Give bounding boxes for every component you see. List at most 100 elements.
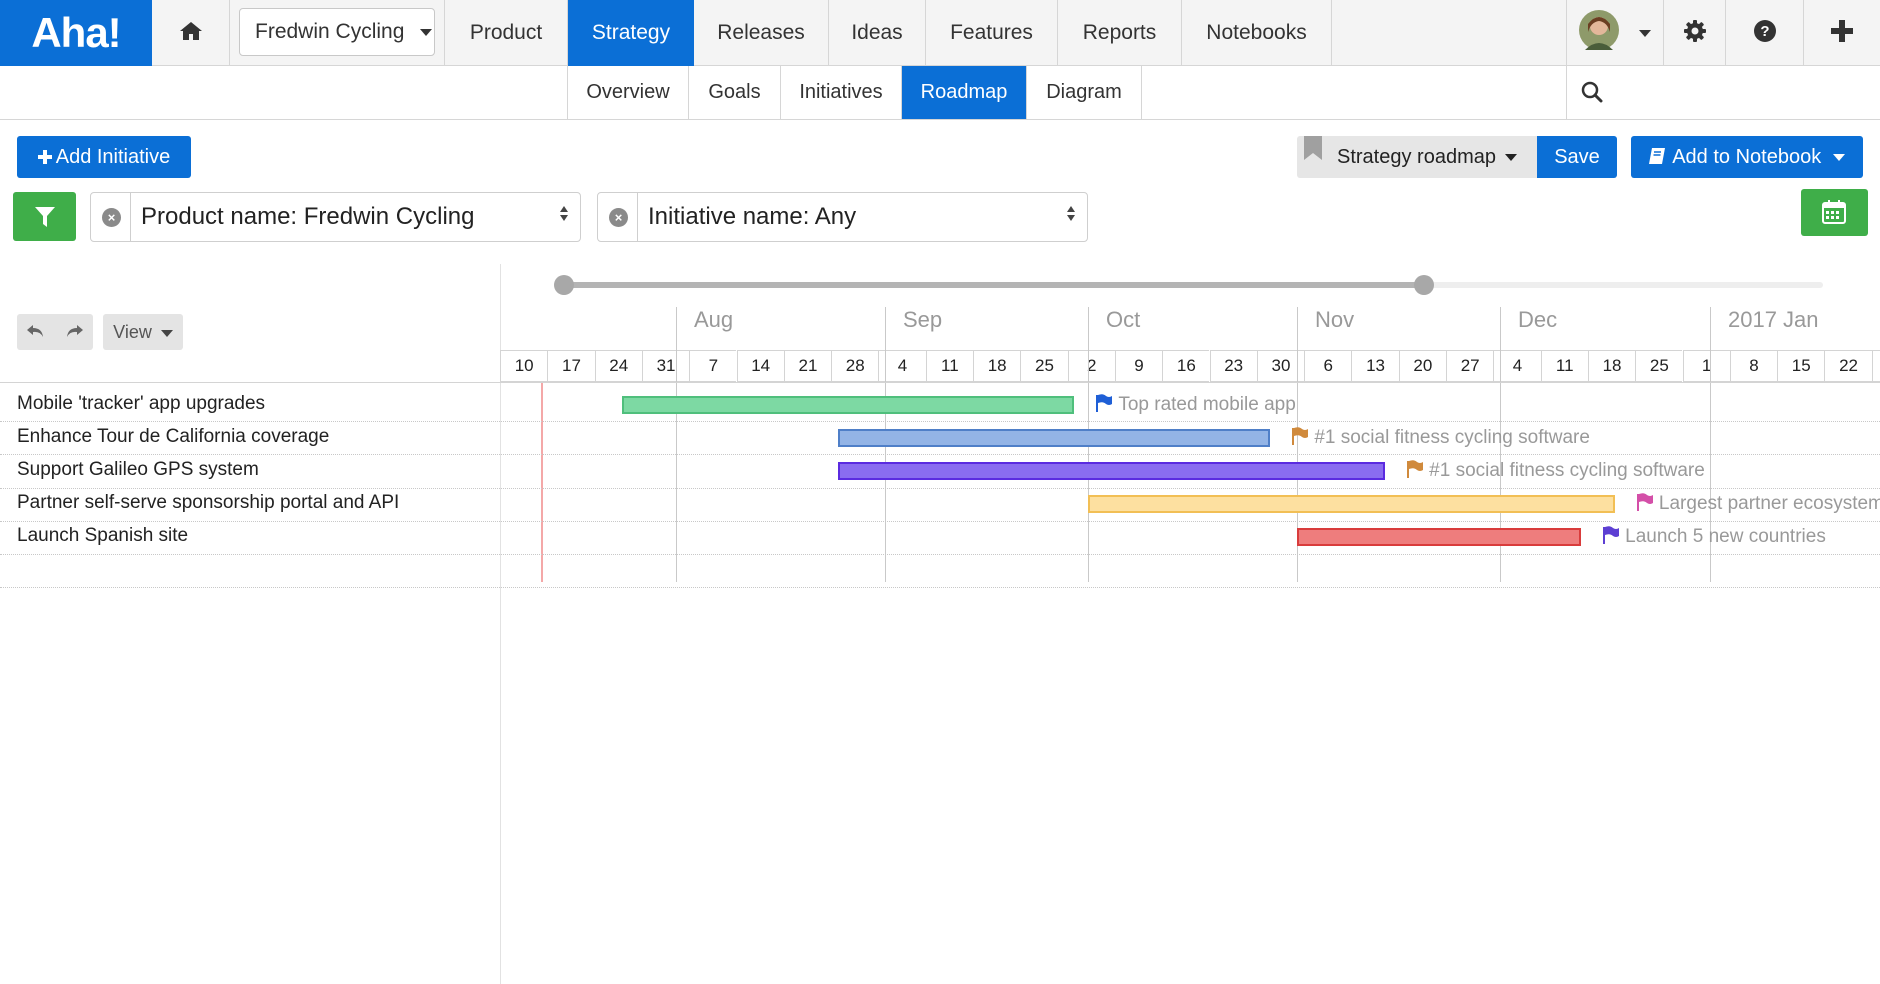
search-button[interactable] bbox=[1566, 66, 1616, 119]
add-initiative-button[interactable]: Add Initiative bbox=[17, 136, 191, 178]
tab-diagram[interactable]: Diagram bbox=[1027, 66, 1142, 119]
goal-name: Largest partner ecosystem bbox=[1658, 493, 1880, 515]
tab-roadmap[interactable]: Roadmap bbox=[902, 66, 1027, 119]
initiative-bar[interactable] bbox=[621, 395, 1075, 414]
nav-releases[interactable]: Releases bbox=[694, 0, 829, 66]
workspace-selector[interactable]: Fredwin Cycling bbox=[239, 8, 435, 56]
undo-icon[interactable] bbox=[26, 324, 46, 340]
view-menu-label: View bbox=[113, 322, 152, 342]
caret-down-icon bbox=[420, 28, 433, 36]
week-label: 25 bbox=[1020, 350, 1068, 382]
week-label: 18 bbox=[973, 350, 1021, 382]
nav-product[interactable]: Product bbox=[444, 0, 568, 66]
initiative-name[interactable]: Enhance Tour de California coverage bbox=[17, 426, 329, 448]
row-divider bbox=[0, 587, 1880, 588]
initiative-bar[interactable] bbox=[1087, 495, 1615, 514]
nav-notebooks[interactable]: Notebooks bbox=[1182, 0, 1332, 66]
row-divider bbox=[0, 488, 1880, 489]
initiative-filter[interactable]: × Initiative name: Any bbox=[597, 192, 1088, 242]
flag-icon bbox=[1292, 426, 1309, 445]
initiative-bar[interactable] bbox=[1297, 528, 1582, 547]
help-button[interactable]: ? bbox=[1726, 0, 1804, 66]
settings-button[interactable] bbox=[1664, 0, 1726, 66]
plus-icon bbox=[1831, 20, 1853, 43]
top-navigation: Aha! Fredwin Cycling Product Strategy Re… bbox=[0, 0, 1880, 66]
plus-icon bbox=[37, 150, 52, 164]
gear-icon bbox=[1683, 20, 1706, 43]
caret-down-icon bbox=[160, 329, 173, 337]
caret-down-icon bbox=[1832, 154, 1845, 162]
avatar bbox=[1579, 10, 1620, 51]
initiative-bar[interactable] bbox=[837, 428, 1271, 447]
clear-product-filter[interactable]: × bbox=[91, 193, 131, 241]
goal-label[interactable]: Top rated mobile app bbox=[1095, 393, 1296, 416]
date-range-button[interactable] bbox=[1801, 189, 1868, 236]
nav-features[interactable]: Features bbox=[926, 0, 1058, 66]
week-label: 21 bbox=[783, 350, 832, 382]
product-filter-value: Product name: Fredwin Cycling bbox=[141, 203, 475, 230]
filter-button[interactable] bbox=[13, 192, 76, 241]
row-divider bbox=[0, 521, 1880, 522]
week-label: 28 bbox=[831, 350, 879, 382]
goal-label[interactable]: #1 social fitness cycling software bbox=[1291, 427, 1590, 449]
workspace-label: Fredwin Cycling bbox=[255, 20, 405, 43]
nav-strategy[interactable]: Strategy bbox=[568, 0, 694, 66]
redo-icon[interactable] bbox=[64, 324, 84, 340]
home-button[interactable] bbox=[152, 0, 230, 66]
caret-down-icon bbox=[1638, 29, 1651, 37]
add-button[interactable] bbox=[1804, 0, 1880, 66]
week-label: 18 bbox=[1587, 350, 1636, 382]
save-button[interactable]: Save bbox=[1537, 136, 1617, 178]
bookmark-icon bbox=[1304, 136, 1322, 160]
tab-overview[interactable]: Overview bbox=[567, 66, 689, 119]
product-filter[interactable]: × Product name: Fredwin Cycling bbox=[90, 192, 581, 242]
caret-down-icon bbox=[1505, 154, 1517, 161]
initiative-filter-value: Initiative name: Any bbox=[648, 203, 857, 230]
select-arrows-icon bbox=[560, 206, 570, 224]
aha-logo[interactable]: Aha! bbox=[0, 0, 152, 66]
initiative-name[interactable]: Support Galileo GPS system bbox=[17, 459, 259, 481]
goal-label[interactable]: Largest partner ecosystem bbox=[1636, 493, 1880, 515]
week-label: 23 bbox=[1209, 350, 1257, 382]
add-to-notebook-button[interactable]: Add to Notebook bbox=[1631, 136, 1863, 178]
initiative-name[interactable]: Partner self-serve sponsorship portal an… bbox=[17, 492, 399, 514]
initiative-bar[interactable] bbox=[837, 462, 1386, 480]
goal-label[interactable]: #1 social fitness cycling software bbox=[1406, 460, 1705, 482]
view-menu-button[interactable]: View bbox=[103, 314, 183, 350]
month-label: Aug bbox=[694, 307, 734, 332]
search-icon bbox=[1581, 81, 1602, 103]
initiative-name[interactable]: Mobile 'tracker' app upgrades bbox=[17, 393, 265, 415]
notebook-icon bbox=[1649, 148, 1666, 164]
month-label: Dec bbox=[1518, 307, 1558, 332]
row-divider bbox=[0, 554, 1880, 555]
nav-reports[interactable]: Reports bbox=[1058, 0, 1182, 66]
week-label: 17 bbox=[547, 350, 595, 382]
clear-initiative-filter[interactable]: × bbox=[598, 193, 638, 241]
week-label: 13 bbox=[1351, 350, 1399, 382]
week-label: 10 bbox=[500, 350, 548, 382]
select-arrows-icon bbox=[1067, 206, 1077, 224]
row-divider bbox=[0, 454, 1880, 455]
goal-label[interactable]: Launch 5 new countries bbox=[1602, 526, 1826, 548]
initiative-name[interactable]: Launch Spanish site bbox=[17, 525, 188, 547]
roadmap-view-label: Strategy roadmap bbox=[1337, 146, 1496, 168]
flag-icon bbox=[1096, 393, 1113, 412]
tab-goals[interactable]: Goals bbox=[689, 66, 781, 119]
user-menu[interactable] bbox=[1566, 0, 1664, 66]
help-icon: ? bbox=[1753, 20, 1776, 43]
undo-redo-group bbox=[17, 314, 93, 350]
add-to-notebook-label: Add to Notebook bbox=[1672, 146, 1822, 168]
filter-icon bbox=[35, 207, 55, 227]
range-end-handle[interactable] bbox=[1414, 275, 1434, 295]
roadmap-view-selector[interactable]: Strategy roadmap bbox=[1297, 136, 1537, 178]
week-label: 7 bbox=[689, 350, 737, 382]
svg-text:?: ? bbox=[1760, 23, 1769, 40]
week-label: 29 bbox=[1871, 350, 1880, 382]
goal-name: Launch 5 new countries bbox=[1625, 526, 1826, 548]
week-label: 9 bbox=[1114, 350, 1163, 382]
row-divider bbox=[0, 421, 1880, 422]
nav-ideas[interactable]: Ideas bbox=[829, 0, 926, 66]
range-start-handle[interactable] bbox=[554, 275, 574, 295]
tab-initiatives[interactable]: Initiatives bbox=[781, 66, 902, 119]
goal-name: #1 social fitness cycling software bbox=[1314, 426, 1590, 448]
